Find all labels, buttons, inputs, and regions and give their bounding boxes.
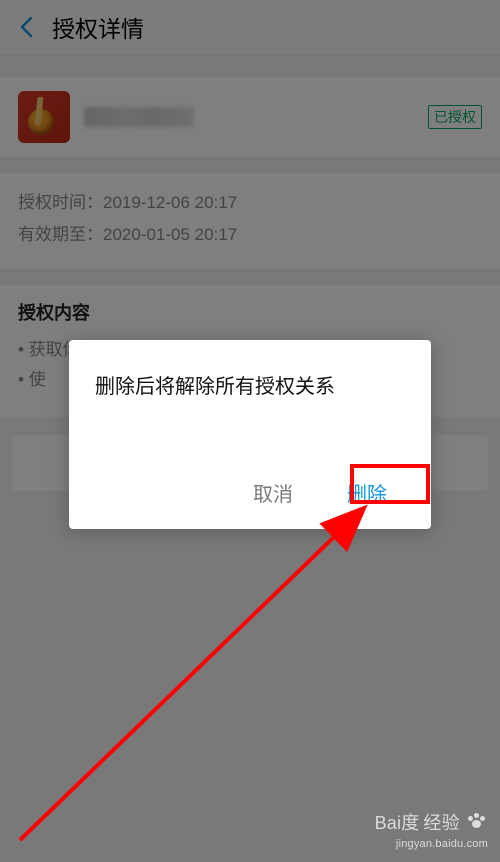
delete-button[interactable]: 删除 xyxy=(339,474,395,511)
cancel-button[interactable]: 取消 xyxy=(245,474,301,511)
modal-actions: 取消 删除 xyxy=(95,474,405,511)
page-root: 授权详情 已授权 授权时间：2019-12-06 20:17 有效期至：2020… xyxy=(0,0,500,862)
watermark-url: jingyan.baidu.com xyxy=(375,837,488,852)
confirm-modal: 删除后将解除所有授权关系 取消 删除 xyxy=(69,340,431,529)
modal-message: 删除后将解除所有授权关系 xyxy=(95,372,405,402)
watermark: Bai度经验 jingyan.baidu.com xyxy=(375,811,488,852)
watermark-brand: Bai度经验 xyxy=(375,811,488,836)
paw-icon xyxy=(468,813,488,831)
